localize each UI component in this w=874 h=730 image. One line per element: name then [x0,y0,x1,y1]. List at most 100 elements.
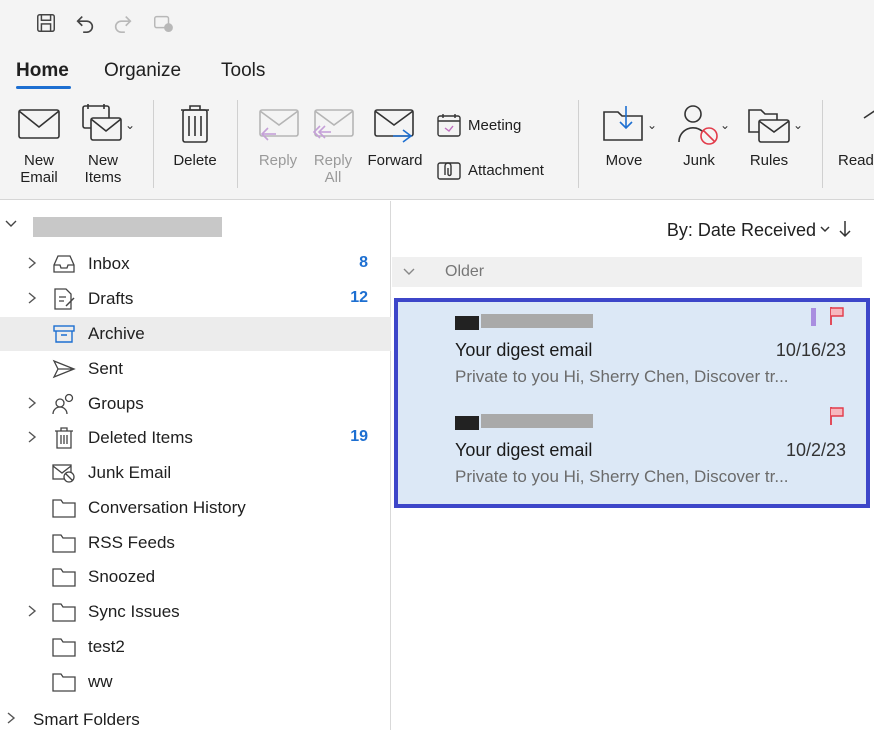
chevron-right-icon[interactable] [25,290,39,306]
unread-count: 12 [350,289,368,306]
archive-icon [53,325,75,343]
redo-icon[interactable] [110,10,136,36]
list-item[interactable]: Your digest email 10/16/23 Private to yo… [398,302,866,402]
groups-icon [52,393,74,415]
junk-icon [678,105,718,145]
unread-count: 8 [359,254,368,271]
sync-icon[interactable] [150,10,176,36]
chevron-right-icon[interactable] [25,429,39,445]
sort-dropdown[interactable]: By: Date Received [667,220,816,241]
folder-icon [52,534,76,553]
save-icon[interactable] [33,10,59,36]
drafts-icon [54,288,75,310]
undo-icon[interactable] [72,10,98,36]
sort-direction-arrow-icon[interactable] [838,219,852,239]
junk-label: Junk [683,152,715,169]
message-preview: Private to you Hi, Sherry Chen, Discover… [455,367,789,386]
chevron-right-icon[interactable] [25,395,39,411]
chevron-right-icon[interactable] [25,255,39,271]
folder-icon [52,603,76,622]
read-button[interactable]: Read [838,102,874,169]
reply-button[interactable]: Reply [255,102,301,169]
folder-label: RSS Feeds [88,533,175,552]
message-list-pane: By: Date Received Older Your digest emai… [392,201,874,730]
ribbon-separator [153,100,154,188]
sender-redacted [455,412,595,430]
account-header[interactable] [0,211,391,239]
ribbon-separator [822,100,823,188]
read-label: Read [838,152,874,169]
folder-deleted-items[interactable]: Deleted Items 19 [0,421,391,455]
chevron-down-icon[interactable]: ⌄ [793,118,803,132]
junk-icon [52,464,75,483]
folder-label: Inbox [88,254,130,273]
folder-test2[interactable]: test2 [0,630,391,664]
tab-organize[interactable]: Organize [104,60,181,82]
forward-button[interactable]: Forward [365,102,425,169]
list-item[interactable]: Your digest email 10/2/23 Private to you… [398,402,866,502]
chevron-right-icon[interactable] [4,710,18,726]
chevron-down-icon[interactable]: ⌄ [720,118,730,132]
chevron-down-icon[interactable]: ⌄ [125,118,135,132]
new-items-button[interactable]: New Items [76,102,130,186]
folder-snoozed[interactable]: Snoozed [0,560,391,594]
message-subject: Your digest email [455,340,593,360]
ribbon-separator [578,100,579,188]
sender-redacted [455,312,595,330]
flag-icon[interactable] [828,406,846,426]
group-header[interactable]: Older [392,257,862,287]
folder-icon [52,568,76,587]
selected-messages: Your digest email 10/16/23 Private to yo… [394,298,870,508]
junk-button[interactable]: Junk [672,102,726,169]
folder-sync-issues[interactable]: Sync Issues [0,595,391,629]
folder-label: Deleted Items [88,428,193,447]
chevron-down-icon[interactable] [402,265,416,279]
sent-icon [52,359,76,379]
attachment-icon [437,162,461,180]
folder-label: test2 [88,637,125,656]
tab-tools[interactable]: Tools [221,60,265,82]
delete-button[interactable]: Delete [170,102,220,169]
folder-ww[interactable]: ww [0,665,391,699]
meeting-button[interactable]: Meeting [436,112,521,138]
read-envelope-icon [863,110,874,119]
folder-label: Drafts [88,289,134,308]
folder-sent[interactable]: Sent [0,352,391,386]
folder-icon [52,673,76,692]
forward-label: Forward [367,152,423,169]
rules-button[interactable]: Rules [742,102,796,169]
folder-rss-feeds[interactable]: RSS Feeds [0,526,391,560]
folder-icon [52,638,76,657]
new-email-label: New Email [20,152,58,186]
folder-conversation-history[interactable]: Conversation History [0,491,391,525]
chevron-down-icon[interactable]: ⌄ [647,118,657,132]
folder-junk-email[interactable]: Junk Email [0,456,391,490]
inbox-icon [53,255,75,273]
chevron-down-icon[interactable] [4,217,18,231]
folder-label: Junk Email [88,463,172,482]
group-label: Older [445,263,485,280]
chevron-down-icon[interactable] [818,221,832,237]
reply-label: Reply [258,152,298,169]
flag-icon[interactable] [828,306,846,326]
tab-home[interactable]: Home [16,60,69,82]
delete-label: Delete [173,152,217,169]
folder-label: Conversation History [88,498,246,517]
folder-groups[interactable]: Groups [0,387,391,421]
folder-drafts[interactable]: Drafts 12 [0,282,391,316]
attachment-button[interactable]: Attachment [436,157,544,183]
chevron-right-icon[interactable] [25,603,39,619]
rules-label: Rules [749,152,789,169]
folder-inbox[interactable]: Inbox 8 [0,247,391,281]
new-items-icon [82,104,122,141]
smart-folders-label: Smart Folders [33,710,140,729]
folder-icon [52,499,76,518]
folder-archive[interactable]: Archive [0,317,391,351]
message-date: 10/16/23 [775,340,846,360]
envelope-icon [18,109,60,139]
smart-folders-header[interactable]: Smart Folders [0,706,391,730]
new-email-button[interactable]: New Email [16,102,62,186]
active-tab-indicator [16,86,71,89]
reply-all-button[interactable]: Reply All [310,102,356,186]
move-button[interactable]: Move [597,102,651,169]
